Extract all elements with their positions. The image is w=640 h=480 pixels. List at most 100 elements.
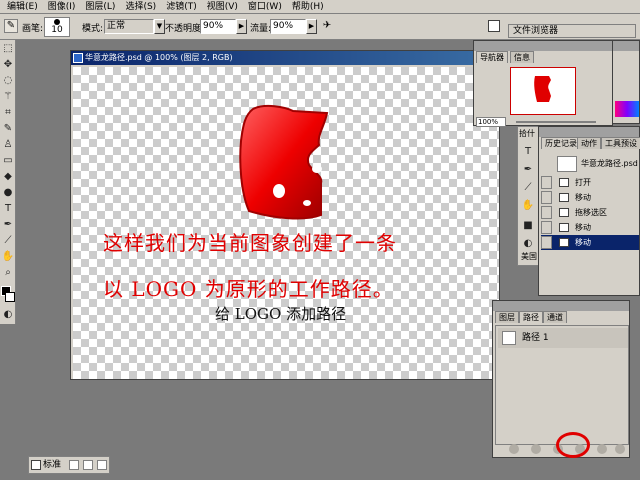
standard-mode-icon[interactable]	[31, 460, 41, 470]
history-item-label: 移动	[575, 238, 591, 247]
mode-label: 模式:	[82, 24, 104, 34]
history-item-checkbox[interactable]	[541, 191, 552, 204]
color-panel-titlebar[interactable]	[613, 41, 639, 51]
history-item[interactable]: 移动	[541, 190, 639, 205]
color-ramp[interactable]	[615, 101, 639, 117]
history-snapshot[interactable]: 华意龙路径.psd	[541, 155, 639, 173]
move-tool-icon[interactable]: ✥	[1, 58, 15, 72]
history-item-checkbox[interactable]	[541, 206, 552, 219]
history-item-label: 拖移选区	[575, 208, 607, 217]
delete-path-icon[interactable]	[615, 444, 625, 454]
path-item[interactable]: 路径 1	[498, 328, 628, 348]
history-item[interactable]: 移动	[541, 220, 639, 235]
hand-tool-icon[interactable]: ✋	[1, 250, 15, 264]
history-panel-label: 拾什	[519, 129, 535, 138]
type-tool-icon[interactable]: T	[1, 202, 15, 216]
screen-mode-bar: 标准	[28, 456, 110, 474]
background-color-swatch[interactable]	[5, 292, 15, 302]
history-item[interactable]: 拖移选区	[541, 205, 639, 220]
tab-tool-presets[interactable]: 工具预设	[601, 137, 640, 149]
tab-layers[interactable]: 图层	[495, 311, 519, 323]
history-item-selected[interactable]: 移动	[541, 235, 639, 250]
tab-actions[interactable]: 动作	[577, 137, 601, 149]
menu-select[interactable]: 选择(S)	[120, 0, 161, 14]
navigator-zoom-field[interactable]: 100%	[476, 117, 506, 127]
opacity-input[interactable]: 90%	[200, 19, 236, 34]
brush-tool-icon[interactable]: ✎	[4, 19, 18, 33]
annotation-caption: 给 LOGO 添加路径	[215, 305, 347, 323]
history-bottom-label: 美国	[521, 252, 537, 261]
opacity-slider-icon[interactable]: ▶	[236, 19, 247, 34]
navigator-logo-icon	[534, 76, 551, 102]
menu-image[interactable]: 图像(I)	[43, 0, 81, 14]
logo-artwork	[239, 104, 329, 220]
history-panel-titlebar[interactable]	[539, 127, 639, 137]
pen-tool-icon[interactable]: ✒	[1, 218, 15, 232]
quickmask-icon[interactable]: ◐	[1, 308, 15, 322]
history-item-checkbox[interactable]	[541, 221, 552, 234]
toolbox: ⬚ ✥ ◌ ⚚ ⌗ ✎ ♙ ▭ ◆ ● T ✒ ⟋ ✋ ⌕ ◐	[0, 40, 16, 324]
mode-select[interactable]: 正常	[104, 19, 154, 34]
dodge-tool-icon[interactable]: ●	[1, 186, 15, 200]
swatch-mini-icon[interactable]: ■	[521, 219, 535, 233]
navigator-zoom-slider[interactable]	[516, 121, 596, 123]
fullscreen-icon[interactable]	[97, 460, 107, 470]
standard-mode-label[interactable]: 标准	[43, 459, 61, 471]
eyedropper-mini-icon[interactable]: ⟋	[521, 181, 535, 195]
navigator-thumbnail[interactable]	[510, 67, 576, 115]
quickmask-mini-icon[interactable]: ◐	[521, 237, 535, 251]
tab-channels[interactable]: 通道	[543, 311, 567, 323]
quickmask-mode-icon[interactable]	[69, 460, 79, 470]
flow-slider-icon[interactable]: ▶	[306, 19, 317, 34]
history-step-icon	[559, 193, 569, 202]
history-item-checkbox[interactable]	[541, 236, 552, 249]
bucket-tool-icon[interactable]: ◆	[1, 170, 15, 184]
history-side-toolbar: 拾什 T ✒ ⟋ ✋ ■ ◐	[517, 126, 539, 266]
crop-tool-icon[interactable]: ⌗	[1, 106, 15, 120]
opacity-label: 不透明度:	[165, 24, 205, 34]
fill-path-icon[interactable]	[509, 444, 519, 454]
brush-size-value: 10	[51, 25, 63, 35]
menu-layer[interactable]: 图层(L)	[80, 0, 120, 14]
fullscreen-menu-icon[interactable]	[83, 460, 93, 470]
navigator-panel-titlebar[interactable]	[474, 41, 612, 51]
history-item-label: 移动	[575, 193, 591, 202]
annotation-line-2: 以 LOGO 为原形的工作路径。	[103, 277, 394, 301]
stamp-tool-icon[interactable]: ♙	[1, 138, 15, 152]
eraser-tool-icon[interactable]: ▭	[1, 154, 15, 168]
document-title-bar[interactable]: 华意龙路径.psd @ 100% (图层 2, RGB)	[71, 51, 499, 65]
tab-info[interactable]: 信息	[510, 51, 534, 63]
menu-edit[interactable]: 编辑(E)	[2, 0, 43, 14]
paths-panel-titlebar[interactable]	[493, 301, 629, 311]
eyedropper-tool-icon[interactable]: ⟋	[1, 234, 15, 248]
tab-navigator[interactable]: 导航器	[476, 51, 508, 63]
tab-paths[interactable]: 路径	[519, 311, 543, 323]
color-panel	[612, 40, 640, 124]
brush-tool-icon-box[interactable]: ✎	[1, 122, 15, 136]
stroke-path-icon[interactable]	[531, 444, 541, 454]
tab-history[interactable]: 历史记录	[541, 137, 581, 149]
pen-tool-mini-icon[interactable]: ✒	[521, 163, 535, 177]
file-browser-tab[interactable]: 文件浏览器	[508, 24, 636, 38]
flow-input[interactable]: 90%	[270, 19, 306, 34]
menu-view[interactable]: 视图(V)	[202, 0, 243, 14]
flow-label: 流量:	[250, 24, 272, 34]
new-path-icon[interactable]	[597, 444, 607, 454]
menu-help[interactable]: 帮助(H)	[287, 0, 329, 14]
paths-list: 路径 1	[495, 325, 629, 445]
hand-mini-icon[interactable]: ✋	[521, 199, 535, 213]
mode-dropdown-icon[interactable]: ▼	[154, 19, 165, 34]
magic-wand-tool-icon[interactable]: ⚚	[1, 90, 15, 104]
palette-well-icon[interactable]	[488, 20, 500, 32]
menu-window[interactable]: 窗口(W)	[243, 0, 287, 14]
document-canvas[interactable]: 这样我们为当前图象创建了一条 以 LOGO 为原形的工作路径。 给 LOGO 添…	[73, 67, 499, 379]
marquee-tool-icon[interactable]: ⬚	[1, 42, 15, 56]
history-item[interactable]: 打开	[541, 175, 639, 190]
airbrush-icon[interactable]: ✈	[320, 19, 334, 33]
history-item-checkbox[interactable]	[541, 176, 552, 189]
type-tool-mini-icon[interactable]: T	[521, 145, 535, 159]
lasso-tool-icon[interactable]: ◌	[1, 74, 15, 88]
zoom-tool-icon[interactable]: ⌕	[1, 266, 15, 280]
menu-filter[interactable]: 滤镜(T)	[161, 0, 202, 14]
brush-preset-picker[interactable]: 10	[44, 17, 70, 37]
